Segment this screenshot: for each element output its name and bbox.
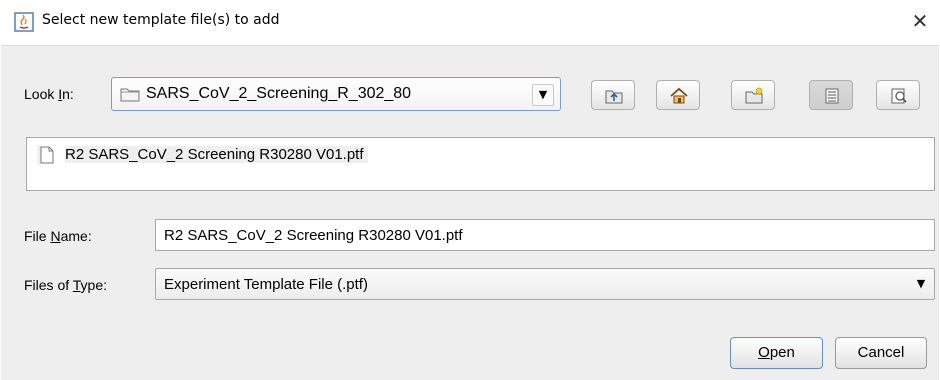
file-name-label: File Name: [24,228,92,244]
file-name-value: R2 SARS_CoV_2 Screening R30280 V01.ptf [164,227,463,244]
file-icon [40,146,54,164]
file-type-value: Experiment Template File (.ptf) [164,276,368,293]
file-name-field[interactable]: R2 SARS_CoV_2 Screening R30280 V01.ptf [155,219,935,251]
file-type-select[interactable]: Experiment Template File (.ptf) ▼ [155,268,935,300]
folder-icon [120,88,140,102]
list-view-button[interactable] [809,80,853,110]
list-view-icon [825,88,839,104]
dialog-title: Select new template file(s) to add [42,12,280,28]
new-folder-button[interactable] [731,80,775,110]
chevron-down-icon[interactable]: ▼ [532,84,554,106]
details-view-button[interactable] [876,80,920,110]
home-icon [670,87,688,104]
java-app-icon [14,12,34,32]
file-list[interactable]: R2 SARS_CoV_2 Screening R30280 V01.ptf [26,137,935,191]
cancel-button[interactable]: Cancel [835,337,927,369]
look-in-value: SARS_CoV_2_Screening_R_302_80 [146,85,412,102]
folder-up-icon [605,90,623,104]
up-one-level-button[interactable] [591,80,635,110]
chevron-down-icon[interactable]: ▼ [910,273,932,295]
look-in-combo[interactable]: SARS_CoV_2_Screening_R_302_80 ▼ [111,77,561,111]
file-name-text: R2 SARS_CoV_2 Screening R30280 V01.ptf [65,146,368,163]
details-view-icon [891,88,907,104]
open-button[interactable]: Open [730,337,823,369]
new-folder-icon [745,87,763,104]
list-item[interactable]: R2 SARS_CoV_2 Screening R30280 V01.ptf [37,145,368,165]
title-bar: Select new template file(s) to add ✕ [0,0,940,44]
file-type-label: Files of Type: [24,277,108,293]
dialog-body: Look In: SARS_CoV_2_Screening_R_302_80 ▼ [1,45,939,380]
home-button[interactable] [656,80,700,110]
close-button[interactable]: ✕ [906,8,934,36]
look-in-label: Look In: [24,86,74,102]
